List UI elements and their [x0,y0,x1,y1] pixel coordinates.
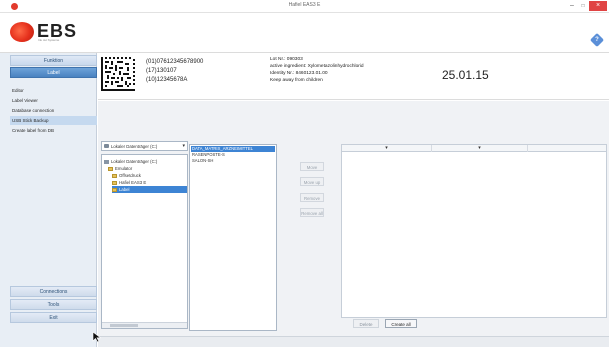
tree-item-emulator[interactable]: Emulator [108,165,132,172]
folder-icon [112,173,117,178]
tree-item-label: Emulator [115,166,133,171]
logo-mark-icon [10,22,34,42]
sidebar-item-editor[interactable]: Editor [10,86,97,95]
tree-item-drive[interactable]: Lokaler Datenträger (C:) [104,158,157,165]
preview-identity-number: Identity Nr.: 8460123.01.00 [270,71,328,76]
drive-select-value: Lokaler Datenträger (C:) [111,144,158,149]
selected-labels-list[interactable] [341,152,607,318]
folder-icon [112,187,117,192]
folder-icon [108,166,113,171]
tools-button[interactable]: Tools [10,299,97,310]
scrollbar-thumb[interactable] [110,324,138,327]
move-button[interactable]: Move [300,162,324,171]
tree-item-label: Label [119,187,130,192]
remove-all-button[interactable]: Remove all [300,208,324,217]
exit-button[interactable]: Exit [10,312,97,323]
connections-button[interactable]: Connections [10,286,97,297]
preview-lot-number: Lot Nr.: 090303 [270,57,303,62]
preview-date: 25.01.15 [442,68,489,82]
tree-item-label-folder[interactable]: Label [112,186,187,193]
mouse-cursor-icon [92,331,102,343]
tree-item-label: Offsetdruck [119,173,141,178]
delete-button[interactable]: Delete [353,319,379,328]
maximize-button[interactable]: □ [578,1,588,11]
preview-warning: Keep away from children [270,78,323,83]
tree-item-label: Lokaler Datenträger (C:) [111,159,158,164]
move-up-button[interactable]: Move up [300,177,324,186]
diamond-help-icon[interactable]: ? [589,32,605,48]
selected-list-header: ▾ ▾ [341,144,607,152]
logo-subtitle: Ink Jet Systeme [38,38,60,42]
sidebar-item-database-connection[interactable]: Database connection [10,106,97,115]
chevron-down-icon: ▾ [182,143,185,149]
ebs-logo: EBS Ink Jet Systeme [10,21,106,44]
sidebar-item-label-viewer[interactable]: Label Viewer [10,96,97,105]
sidebar-tab-label[interactable]: Label [10,67,97,78]
drive-icon [104,159,109,164]
window-title: Hafiel EAS3 E [288,2,321,8]
label-file-list[interactable]: DATA_MATRIX_ARZNEIMITTEL RASENPOSTE-S SA… [189,144,277,331]
sidebar-item-create-label-from-db[interactable]: Create label from DB [10,126,97,135]
column-header-sort[interactable]: ▾ [432,145,528,152]
drive-icon [104,144,109,148]
sidebar-tab-funktion[interactable]: Funktion [10,55,97,66]
column-header-sort[interactable]: ▾ [342,145,432,152]
folder-icon [112,180,117,185]
close-button[interactable]: × [589,1,607,11]
folder-tree[interactable]: Lokaler Datenträger (C:) Emulator Offset… [101,154,188,329]
backup-work-area: Lokaler Datenträger (C:) ▾ Lokaler Daten… [98,101,609,347]
help-glyph: ? [595,37,599,43]
tree-horizontal-scrollbar[interactable] [102,322,187,328]
create-all-button[interactable]: Create all [385,319,417,328]
preview-ingredient: active ingredient: Xylometazolinhydrochl… [270,64,364,69]
sidebar: Funktion Label Editor Label Viewer Datab… [0,53,97,347]
title-bar: Hafiel EAS3 E – □ × [0,0,609,13]
minimize-button[interactable]: – [567,1,577,11]
status-bar [98,336,609,347]
datamatrix-code-icon [101,57,135,91]
tree-item-offsetdruck[interactable]: Offsetdruck [112,172,141,179]
preview-gs1-line-2: (17)130107 [146,68,177,74]
label-preview: (01)07612345678900 (17)130107 (10)123456… [98,54,609,100]
sidebar-item-usb-stick-backup[interactable]: USB Stick Backup [10,116,97,125]
tree-item-label: Hafiel EAS3 E [119,180,147,185]
tree-item-hafiel[interactable]: Hafiel EAS3 E [112,179,146,186]
preview-gs1-line-3: (10)12345678A [146,77,188,83]
app-header: EBS Ink Jet Systeme ? [0,13,609,53]
preview-gs1-line-1: (01)07612345678900 [146,59,204,65]
remove-button[interactable]: Remove [300,193,324,202]
file-item[interactable]: SALON-SH [191,158,275,164]
drive-select[interactable]: Lokaler Datenträger (C:) ▾ [101,141,188,151]
